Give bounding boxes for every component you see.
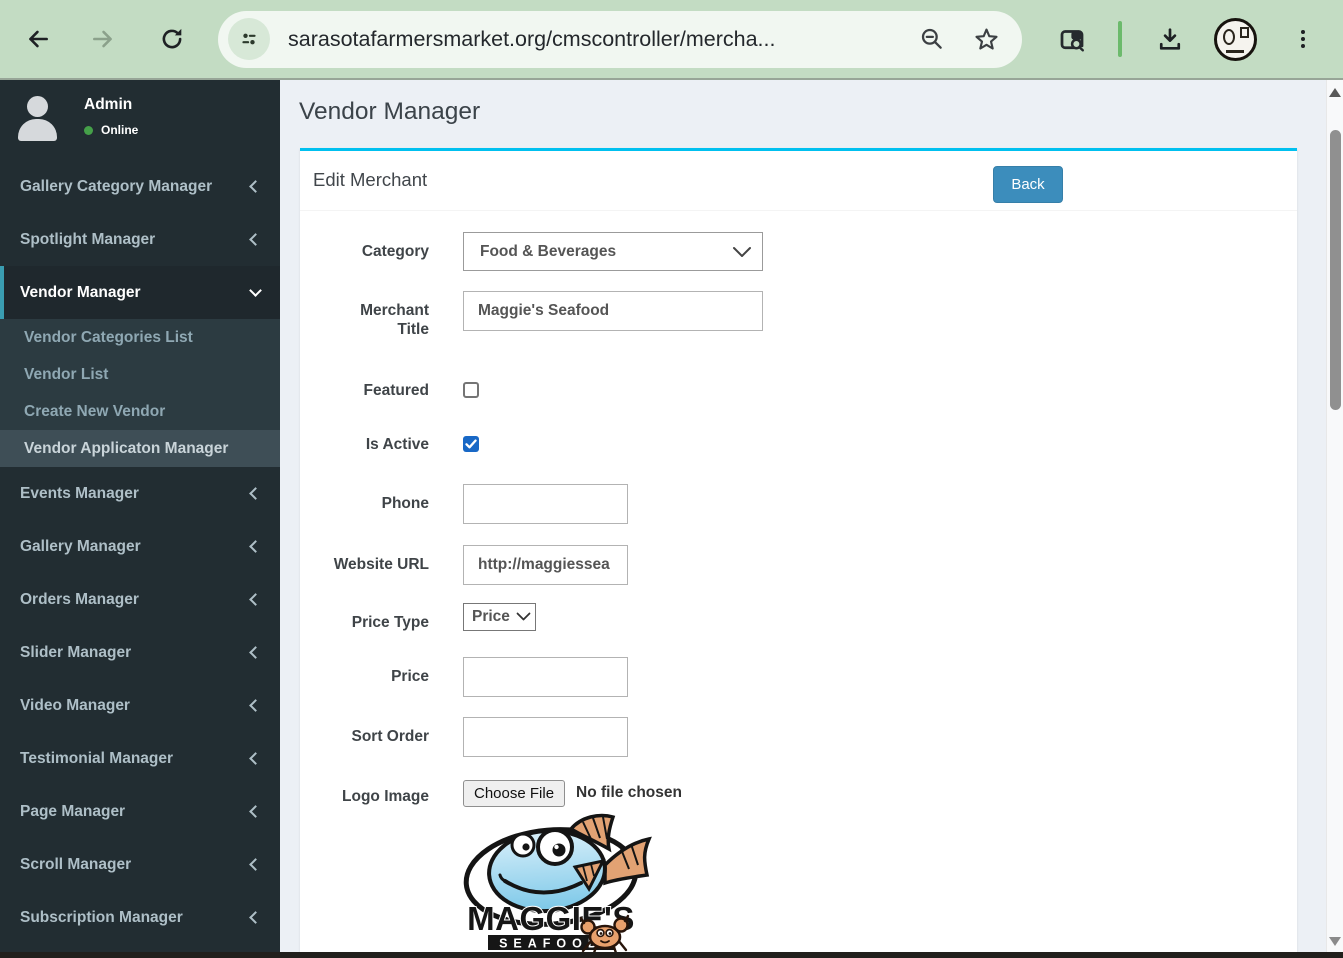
logo-image-label: Logo Image	[342, 788, 429, 805]
url-text[interactable]: sarasotafarmersmarket.org/cmscontroller/…	[288, 27, 912, 52]
chevron-left-icon	[249, 752, 262, 765]
sidebar-item-scroll-manager[interactable]: Scroll Manager	[0, 838, 280, 891]
category-select[interactable]: Food & Beverages	[463, 232, 763, 271]
is-active-checkbox[interactable]	[463, 436, 479, 452]
chevron-left-icon	[249, 858, 262, 871]
choose-file-button[interactable]: Choose File	[463, 780, 566, 807]
website-url-label: Website URL	[333, 556, 429, 573]
sidebar-item-label: Testimonial Manager	[20, 749, 174, 767]
sort-order-input[interactable]	[463, 717, 628, 757]
browser-toolbar: sarasotafarmersmarket.org/cmscontroller/…	[0, 0, 1343, 78]
sidebar-item-label: Slider Manager	[20, 643, 132, 661]
price-input[interactable]	[463, 657, 628, 697]
file-status-text: No file chosen	[576, 784, 682, 801]
sidebar-item-label: Vendor Manager	[20, 283, 141, 301]
chevron-left-icon	[249, 540, 262, 553]
chevron-left-icon	[249, 805, 262, 818]
vertical-scrollbar[interactable]	[1326, 80, 1343, 958]
sidebar-item-label: Subscription Manager	[20, 908, 183, 926]
bookmark-star-icon[interactable]	[966, 19, 1006, 59]
sidebar-item-vendor-manager[interactable]: Vendor Manager	[0, 266, 280, 319]
search-tabs-icon[interactable]	[1050, 17, 1094, 61]
chevron-left-icon	[249, 487, 262, 500]
merchant-title-input[interactable]	[463, 291, 763, 331]
profile-avatar[interactable]	[1214, 17, 1257, 61]
bottom-edge-strip	[0, 952, 1343, 958]
sidebar-item-page-manager[interactable]: Page Manager	[0, 785, 280, 838]
sidebar-item-label: Orders Manager	[20, 590, 139, 608]
sidebar-nav: Gallery Category Manager Spotlight Manage…	[0, 160, 280, 944]
sidebar-subitem-create-new-vendor[interactable]: Create New Vendor	[0, 393, 280, 430]
merchant-logo-image: MAGGIE'S SEAFOOD	[463, 813, 655, 958]
address-bar[interactable]: sarasotafarmersmarket.org/cmscontroller/…	[218, 10, 1022, 68]
browser-back-button[interactable]	[16, 17, 60, 61]
back-button[interactable]: Back	[993, 166, 1063, 203]
download-icon[interactable]	[1148, 17, 1192, 61]
chevron-left-icon	[249, 180, 262, 193]
sidebar-subitem-vendor-list[interactable]: Vendor List	[0, 356, 280, 393]
sidebar-item-gallery-manager[interactable]: Gallery Manager	[0, 520, 280, 573]
online-status-icon	[84, 125, 93, 135]
is-active-label: Is Active	[365, 436, 429, 453]
sidebar-item-testimonial-manager[interactable]: Testimonial Manager	[0, 732, 280, 785]
sidebar-submenu: Vendor Categories List Vendor List Create …	[0, 319, 280, 467]
sidebar-item-orders-manager[interactable]: Orders Manager	[0, 573, 280, 626]
sidebar-item-gallery-category-manager[interactable]: Gallery Category Manager	[0, 160, 280, 213]
price-type-label: Price Type	[351, 614, 429, 631]
sidebar-item-label: Gallery Manager	[20, 537, 141, 555]
price-type-select[interactable]: Price	[463, 603, 536, 631]
browser-forward-button[interactable]	[81, 17, 125, 61]
scrollbar-thumb[interactable]	[1330, 130, 1341, 410]
phone-label: Phone	[381, 495, 429, 512]
scroll-down-arrow[interactable]	[1329, 937, 1341, 946]
site-settings-icon[interactable]	[228, 18, 270, 60]
chevron-down-icon	[249, 284, 262, 297]
website-url-input[interactable]	[463, 545, 628, 585]
sidebar-item-label: Gallery Category Manager	[20, 177, 213, 195]
scroll-up-arrow[interactable]	[1329, 88, 1341, 97]
chevron-left-icon	[249, 593, 262, 606]
user-name: Admin	[84, 96, 133, 113]
chevron-down-icon	[732, 245, 752, 264]
featured-label: Featured	[363, 382, 429, 399]
sidebar-item-label: Events Manager	[20, 484, 139, 502]
edit-merchant-form: Category Food & Beverages Merchant Title…	[300, 211, 1297, 958]
logo-subtitle-text: SEAFOOD	[499, 937, 603, 951]
sidebar-subitem-vendor-categories-list[interactable]: Vendor Categories List	[0, 319, 280, 356]
main-content: Vendor Manager Edit Merchant Back Catego…	[280, 80, 1343, 958]
chevron-left-icon	[249, 233, 262, 246]
featured-checkbox[interactable]	[463, 382, 479, 398]
sidebar-subitem-vendor-applicaton-manager[interactable]: Vendor Applicaton Manager	[0, 430, 280, 467]
user-avatar-icon	[14, 94, 62, 142]
sidebar-item-events-manager[interactable]: Events Manager	[0, 467, 280, 520]
price-label: Price	[391, 668, 429, 685]
zoom-out-icon[interactable]	[912, 19, 952, 59]
phone-input[interactable]	[463, 484, 628, 524]
page-title: Vendor Manager	[299, 98, 481, 125]
sidebar: Admin Online Gallery Category Manager Spo…	[0, 80, 280, 952]
sidebar-item-spotlight-manager[interactable]: Spotlight Manager	[0, 213, 280, 266]
online-status-label: Online	[101, 123, 139, 137]
extension-divider	[1118, 21, 1122, 57]
chevron-left-icon	[249, 911, 262, 924]
browser-reload-button[interactable]	[150, 17, 194, 61]
chevron-left-icon	[249, 646, 262, 659]
sidebar-item-label: Video Manager	[20, 696, 130, 714]
card-title: Edit Merchant	[313, 169, 428, 190]
sidebar-item-label: Spotlight Manager	[20, 230, 156, 248]
sidebar-item-slider-manager[interactable]: Slider Manager	[0, 626, 280, 679]
sidebar-item-video-manager[interactable]: Video Manager	[0, 679, 280, 732]
kebab-menu-icon[interactable]	[1281, 17, 1325, 61]
edit-merchant-card: Edit Merchant Back Category Food & Bever…	[300, 148, 1297, 958]
sidebar-item-label: Page Manager	[20, 802, 126, 820]
chevron-down-icon	[516, 609, 531, 627]
merchant-title-label: Merchant Title	[360, 302, 429, 338]
user-panel: Admin Online	[0, 80, 280, 160]
category-label: Category	[361, 243, 429, 260]
sidebar-item-label: Scroll Manager	[20, 855, 132, 873]
sort-order-label: Sort Order	[351, 728, 429, 745]
chevron-left-icon	[249, 699, 262, 712]
sidebar-item-subscription-manager[interactable]: Subscription Manager	[0, 891, 280, 944]
